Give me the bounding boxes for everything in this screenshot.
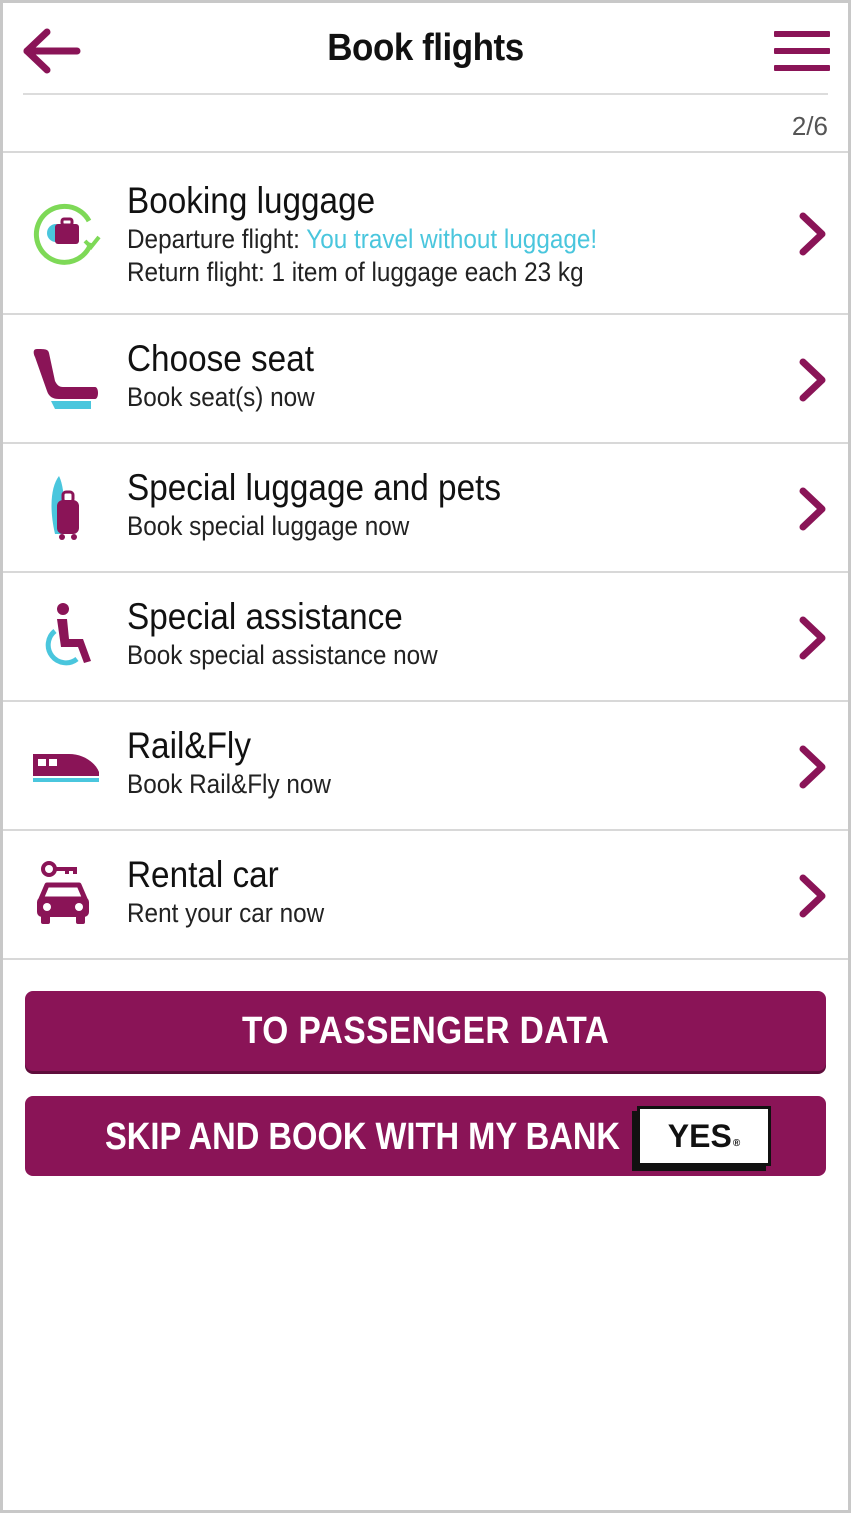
special-luggage-icon <box>27 470 103 546</box>
item-subtitle: Book seat(s) now <box>127 382 315 412</box>
chevron-right-icon <box>796 742 830 792</box>
button-label: TO PASSENGER DATA <box>241 1009 610 1052</box>
skip-book-with-bank-button[interactable]: SKIP AND BOOK WITH MY BANK YES ® <box>25 1096 826 1176</box>
chevron-right-icon <box>796 209 830 259</box>
button-label: SKIP AND BOOK WITH MY BANK <box>105 1116 621 1158</box>
chevron-right-icon <box>796 484 830 534</box>
item-departure-line: Departure flight: You travel without lug… <box>127 223 695 256</box>
registered-mark: ® <box>732 1137 741 1149</box>
item-title: Special assistance <box>127 596 403 637</box>
item-title: Booking luggage <box>127 180 376 221</box>
item-subtitle: Rent your car now <box>127 898 325 928</box>
item-title: Special luggage and pets <box>127 467 501 508</box>
step-indicator: 2/6 <box>791 111 828 141</box>
to-passenger-data-button[interactable]: TO PASSENGER DATA <box>25 991 826 1071</box>
item-subtitle: Book Rail&Fly now <box>127 769 331 799</box>
chevron-right-icon <box>796 871 830 921</box>
page-title: Book flights <box>327 27 524 69</box>
item-subtitle: Book special luggage now <box>127 511 410 541</box>
item-text: Special assistance Book special assistan… <box>127 595 758 672</box>
chevron-right-icon <box>796 355 830 405</box>
yes-logo-text: YES <box>667 1117 732 1154</box>
hamburger-icon-bar <box>774 65 830 71</box>
hamburger-icon-bar <box>774 31 830 37</box>
list-item-special-luggage[interactable]: Special luggage and pets Book special lu… <box>3 444 848 573</box>
item-text: Booking luggage Departure flight: You tr… <box>127 179 758 289</box>
item-subtitle: Book special assistance now <box>127 640 438 670</box>
list-item-choose-seat[interactable]: Choose seat Book seat(s) now <box>3 315 848 444</box>
item-title: Rail&Fly <box>127 725 251 766</box>
yes-logo: YES ® <box>637 1106 771 1166</box>
luggage-icon <box>27 195 103 271</box>
extras-list: Booking luggage Departure flight: You tr… <box>3 151 848 960</box>
car-key-icon <box>27 857 103 933</box>
item-text: Special luggage and pets Book special lu… <box>127 466 758 543</box>
list-item-booking-luggage[interactable]: Booking luggage Departure flight: You tr… <box>3 153 848 315</box>
item-text: Rail&Fly Book Rail&Fly now <box>127 724 758 801</box>
menu-button[interactable] <box>774 31 830 71</box>
item-title: Rental car <box>127 854 279 895</box>
item-return-line: Return flight: 1 item of luggage each 23… <box>127 257 584 287</box>
header-divider <box>23 93 828 95</box>
chevron-right-icon <box>796 613 830 663</box>
app-screen: Book flights 2/6 Booking luggage Departu… <box>0 0 851 1513</box>
wheelchair-icon <box>27 599 103 675</box>
item-title: Choose seat <box>127 338 314 379</box>
list-item-rental-car[interactable]: Rental car Rent your car now <box>3 831 848 960</box>
departure-label: Departure flight: <box>127 224 307 254</box>
departure-status: You travel without luggage! <box>306 224 598 254</box>
list-item-rail-fly[interactable]: Rail&Fly Book Rail&Fly now <box>3 702 848 831</box>
item-text: Choose seat Book seat(s) now <box>127 337 758 414</box>
item-text: Rental car Rent your car now <box>127 853 758 930</box>
header: Book flights <box>3 3 848 95</box>
train-icon <box>27 728 103 804</box>
seat-icon <box>27 341 103 417</box>
list-item-special-assistance[interactable]: Special assistance Book special assistan… <box>3 573 848 702</box>
hamburger-icon-bar <box>774 48 830 54</box>
